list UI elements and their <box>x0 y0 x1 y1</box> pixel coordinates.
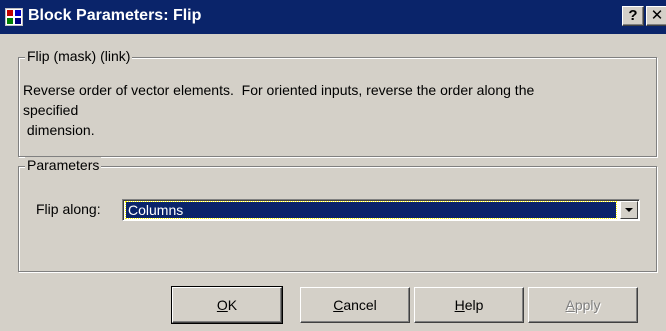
apply-button[interactable]: Apply <box>528 287 638 323</box>
cancel-mnemonic: C <box>333 297 344 313</box>
help-mnemonic: H <box>454 297 465 313</box>
cancel-button[interactable]: Cancel <box>300 287 410 323</box>
help-icon: ? <box>628 7 638 24</box>
apply-label-rest: pply <box>574 297 601 313</box>
window-title: Block Parameters: Flip <box>28 7 202 24</box>
flip-along-label: Flip along: <box>36 201 101 217</box>
dialog-window: Block Parameters: Flip ? ✕ Flip (mask) (… <box>0 0 666 331</box>
title-help-button[interactable]: ? <box>622 6 644 26</box>
cancel-label-rest: ancel <box>343 297 377 313</box>
apply-mnemonic: A <box>565 297 575 313</box>
simulink-block-icon <box>5 8 23 26</box>
close-icon: ✕ <box>650 7 664 24</box>
ok-button[interactable]: OK <box>171 286 283 324</box>
parameters-group-label: Parameters <box>25 157 102 173</box>
title-close-button[interactable]: ✕ <box>646 6 666 26</box>
ok-label-rest: K <box>227 297 238 313</box>
dropdown-button[interactable] <box>620 201 638 219</box>
block-description: Reverse order of vector elements. For or… <box>23 82 535 138</box>
flip-along-selected-value[interactable]: Columns <box>125 201 617 219</box>
chevron-down-icon <box>625 208 633 212</box>
ok-mnemonic: O <box>216 297 228 313</box>
help-button[interactable]: Help <box>414 287 524 323</box>
description-group-label: Flip (mask) (link) <box>25 48 133 64</box>
flip-along-select[interactable]: Columns <box>122 199 640 221</box>
title-bar[interactable]: Block Parameters: Flip ? ✕ <box>0 0 666 34</box>
help-label-rest: elp <box>464 297 484 313</box>
